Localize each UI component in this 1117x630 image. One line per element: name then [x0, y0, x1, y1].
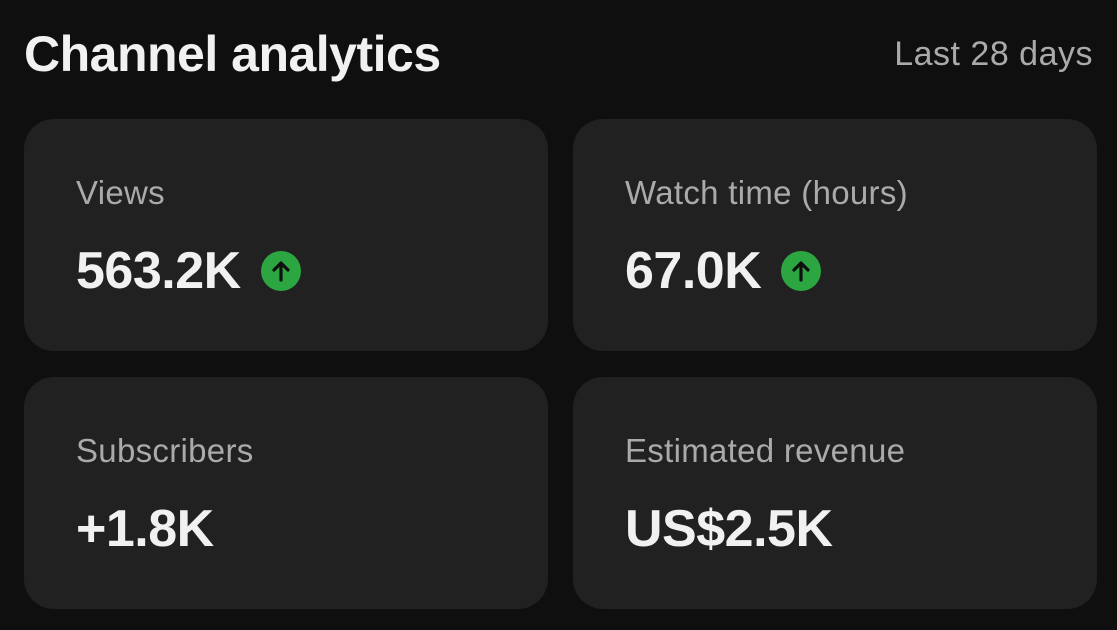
subscribers-value-row: +1.8K: [76, 499, 214, 559]
header: Channel analytics Last 28 days: [24, 22, 1093, 86]
page-title: Channel analytics: [24, 26, 441, 82]
views-label: Views: [76, 174, 165, 211]
subscribers-value: +1.8K: [76, 500, 214, 558]
revenue-card[interactable]: Estimated revenue US$2.5K: [573, 377, 1097, 609]
views-value-row: 563.2K: [76, 241, 301, 301]
watch-time-value-row: 67.0K: [625, 241, 822, 301]
watch-time-value: 67.0K: [625, 242, 762, 300]
revenue-label: Estimated revenue: [625, 432, 906, 469]
arrow-up-icon: [781, 251, 822, 291]
views-value: 563.2K: [76, 242, 241, 300]
arrow-up-icon: [260, 251, 301, 291]
revenue-value: US$2.5K: [625, 500, 833, 558]
subscribers-card[interactable]: Subscribers +1.8K: [24, 377, 548, 609]
revenue-value-row: US$2.5K: [625, 499, 833, 559]
channel-analytics-page: Channel analytics Last 28 days Views 563…: [0, 0, 1117, 630]
watch-time-card[interactable]: Watch time (hours) 67.0K: [573, 119, 1097, 351]
watch-time-label: Watch time (hours): [625, 174, 908, 211]
views-card[interactable]: Views 563.2K: [24, 119, 548, 351]
date-range-label[interactable]: Last 28 days: [894, 35, 1093, 74]
subscribers-label: Subscribers: [76, 432, 254, 469]
